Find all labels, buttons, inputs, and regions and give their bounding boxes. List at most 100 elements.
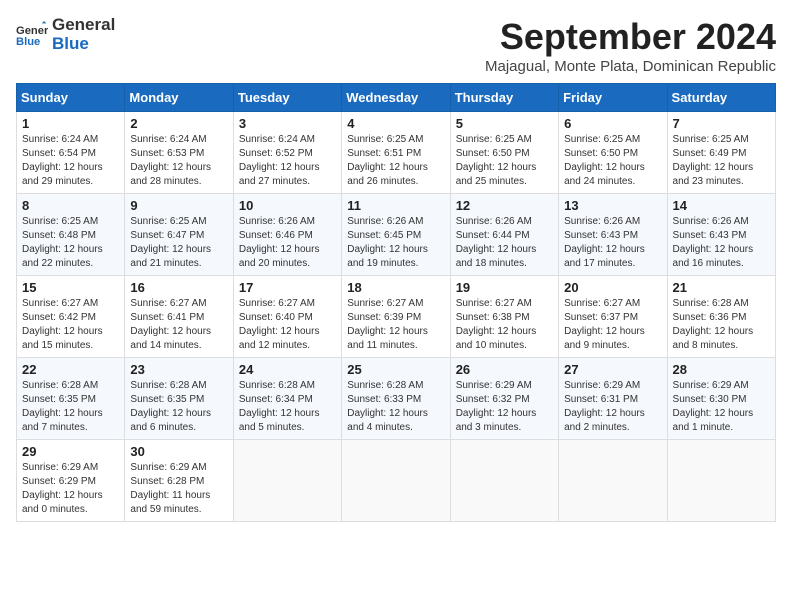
calendar-cell (342, 440, 450, 522)
calendar-week-5: 29 Sunrise: 6:29 AMSunset: 6:29 PMDaylig… (17, 440, 776, 522)
day-header-friday: Friday (559, 84, 667, 112)
calendar-cell: 5 Sunrise: 6:25 AMSunset: 6:50 PMDayligh… (450, 112, 558, 194)
day-header-sunday: Sunday (17, 84, 125, 112)
day-info: Sunrise: 6:25 AMSunset: 6:50 PMDaylight:… (456, 134, 537, 187)
calendar-cell: 17 Sunrise: 6:27 AMSunset: 6:40 PMDaylig… (233, 276, 341, 358)
calendar-cell: 13 Sunrise: 6:26 AMSunset: 6:43 PMDaylig… (559, 194, 667, 276)
day-number: 12 (456, 198, 553, 213)
day-number: 23 (130, 362, 227, 377)
day-number: 19 (456, 280, 553, 295)
calendar-cell: 2 Sunrise: 6:24 AMSunset: 6:53 PMDayligh… (125, 112, 233, 194)
day-info: Sunrise: 6:25 AMSunset: 6:47 PMDaylight:… (130, 216, 211, 269)
day-info: Sunrise: 6:26 AMSunset: 6:44 PMDaylight:… (456, 216, 537, 269)
day-number: 18 (347, 280, 444, 295)
day-number: 17 (239, 280, 336, 295)
day-info: Sunrise: 6:24 AMSunset: 6:52 PMDaylight:… (239, 134, 320, 187)
day-number: 16 (130, 280, 227, 295)
calendar-table: SundayMondayTuesdayWednesdayThursdayFrid… (16, 83, 776, 522)
day-header-saturday: Saturday (667, 84, 775, 112)
day-info: Sunrise: 6:29 AMSunset: 6:32 PMDaylight:… (456, 380, 537, 433)
calendar-cell: 27 Sunrise: 6:29 AMSunset: 6:31 PMDaylig… (559, 358, 667, 440)
svg-text:Blue: Blue (16, 36, 40, 48)
day-number: 1 (22, 116, 119, 131)
day-info: Sunrise: 6:26 AMSunset: 6:46 PMDaylight:… (239, 216, 320, 269)
calendar-cell: 23 Sunrise: 6:28 AMSunset: 6:35 PMDaylig… (125, 358, 233, 440)
calendar-cell: 29 Sunrise: 6:29 AMSunset: 6:29 PMDaylig… (17, 440, 125, 522)
day-number: 30 (130, 444, 227, 459)
day-number: 26 (456, 362, 553, 377)
day-number: 11 (347, 198, 444, 213)
calendar-cell: 30 Sunrise: 6:29 AMSunset: 6:28 PMDaylig… (125, 440, 233, 522)
day-number: 10 (239, 198, 336, 213)
day-number: 24 (239, 362, 336, 377)
day-info: Sunrise: 6:27 AMSunset: 6:41 PMDaylight:… (130, 298, 211, 351)
calendar-week-1: 1 Sunrise: 6:24 AMSunset: 6:54 PMDayligh… (17, 112, 776, 194)
calendar-cell (233, 440, 341, 522)
logo-line2: Blue (52, 35, 115, 54)
calendar-cell: 19 Sunrise: 6:27 AMSunset: 6:38 PMDaylig… (450, 276, 558, 358)
calendar-cell (450, 440, 558, 522)
calendar-cell: 11 Sunrise: 6:26 AMSunset: 6:45 PMDaylig… (342, 194, 450, 276)
calendar-cell: 6 Sunrise: 6:25 AMSunset: 6:50 PMDayligh… (559, 112, 667, 194)
day-info: Sunrise: 6:29 AMSunset: 6:28 PMDaylight:… (130, 462, 210, 515)
day-number: 22 (22, 362, 119, 377)
calendar-cell: 15 Sunrise: 6:27 AMSunset: 6:42 PMDaylig… (17, 276, 125, 358)
calendar-cell: 16 Sunrise: 6:27 AMSunset: 6:41 PMDaylig… (125, 276, 233, 358)
day-number: 21 (673, 280, 770, 295)
day-info: Sunrise: 6:26 AMSunset: 6:45 PMDaylight:… (347, 216, 428, 269)
calendar-cell: 24 Sunrise: 6:28 AMSunset: 6:34 PMDaylig… (233, 358, 341, 440)
day-info: Sunrise: 6:26 AMSunset: 6:43 PMDaylight:… (673, 216, 754, 269)
title-area: September 2024 Majagual, Monte Plata, Do… (485, 16, 776, 75)
day-number: 2 (130, 116, 227, 131)
day-info: Sunrise: 6:28 AMSunset: 6:35 PMDaylight:… (22, 380, 103, 433)
day-number: 8 (22, 198, 119, 213)
svg-text:General: General (16, 24, 48, 36)
day-number: 5 (456, 116, 553, 131)
calendar-cell: 12 Sunrise: 6:26 AMSunset: 6:44 PMDaylig… (450, 194, 558, 276)
calendar-cell: 21 Sunrise: 6:28 AMSunset: 6:36 PMDaylig… (667, 276, 775, 358)
day-info: Sunrise: 6:27 AMSunset: 6:37 PMDaylight:… (564, 298, 645, 351)
day-number: 14 (673, 198, 770, 213)
day-info: Sunrise: 6:24 AMSunset: 6:54 PMDaylight:… (22, 134, 103, 187)
calendar-cell (667, 440, 775, 522)
page-header: General Blue General Blue September 2024… (16, 16, 776, 75)
day-info: Sunrise: 6:28 AMSunset: 6:33 PMDaylight:… (347, 380, 428, 433)
calendar-week-3: 15 Sunrise: 6:27 AMSunset: 6:42 PMDaylig… (17, 276, 776, 358)
calendar-cell: 8 Sunrise: 6:25 AMSunset: 6:48 PMDayligh… (17, 194, 125, 276)
day-number: 3 (239, 116, 336, 131)
day-number: 25 (347, 362, 444, 377)
month-title: September 2024 (485, 16, 776, 58)
calendar-cell: 3 Sunrise: 6:24 AMSunset: 6:52 PMDayligh… (233, 112, 341, 194)
calendar-week-4: 22 Sunrise: 6:28 AMSunset: 6:35 PMDaylig… (17, 358, 776, 440)
logo-line1: General (52, 16, 115, 35)
logo-icon: General Blue (16, 21, 48, 49)
day-number: 6 (564, 116, 661, 131)
calendar-cell: 20 Sunrise: 6:27 AMSunset: 6:37 PMDaylig… (559, 276, 667, 358)
day-number: 7 (673, 116, 770, 131)
day-info: Sunrise: 6:27 AMSunset: 6:40 PMDaylight:… (239, 298, 320, 351)
day-number: 15 (22, 280, 119, 295)
location-subtitle: Majagual, Monte Plata, Dominican Republi… (485, 58, 776, 75)
day-info: Sunrise: 6:25 AMSunset: 6:48 PMDaylight:… (22, 216, 103, 269)
day-info: Sunrise: 6:28 AMSunset: 6:35 PMDaylight:… (130, 380, 211, 433)
calendar-header-row: SundayMondayTuesdayWednesdayThursdayFrid… (17, 84, 776, 112)
day-info: Sunrise: 6:28 AMSunset: 6:34 PMDaylight:… (239, 380, 320, 433)
day-info: Sunrise: 6:29 AMSunset: 6:30 PMDaylight:… (673, 380, 754, 433)
day-header-wednesday: Wednesday (342, 84, 450, 112)
day-info: Sunrise: 6:29 AMSunset: 6:29 PMDaylight:… (22, 462, 103, 515)
day-info: Sunrise: 6:24 AMSunset: 6:53 PMDaylight:… (130, 134, 211, 187)
calendar-cell: 14 Sunrise: 6:26 AMSunset: 6:43 PMDaylig… (667, 194, 775, 276)
calendar-cell: 1 Sunrise: 6:24 AMSunset: 6:54 PMDayligh… (17, 112, 125, 194)
day-header-monday: Monday (125, 84, 233, 112)
calendar-cell: 28 Sunrise: 6:29 AMSunset: 6:30 PMDaylig… (667, 358, 775, 440)
day-info: Sunrise: 6:27 AMSunset: 6:39 PMDaylight:… (347, 298, 428, 351)
calendar-cell: 7 Sunrise: 6:25 AMSunset: 6:49 PMDayligh… (667, 112, 775, 194)
calendar-cell: 4 Sunrise: 6:25 AMSunset: 6:51 PMDayligh… (342, 112, 450, 194)
day-info: Sunrise: 6:25 AMSunset: 6:51 PMDaylight:… (347, 134, 428, 187)
calendar-cell: 22 Sunrise: 6:28 AMSunset: 6:35 PMDaylig… (17, 358, 125, 440)
day-info: Sunrise: 6:29 AMSunset: 6:31 PMDaylight:… (564, 380, 645, 433)
day-header-tuesday: Tuesday (233, 84, 341, 112)
day-info: Sunrise: 6:26 AMSunset: 6:43 PMDaylight:… (564, 216, 645, 269)
calendar-body: 1 Sunrise: 6:24 AMSunset: 6:54 PMDayligh… (17, 112, 776, 522)
day-info: Sunrise: 6:25 AMSunset: 6:49 PMDaylight:… (673, 134, 754, 187)
